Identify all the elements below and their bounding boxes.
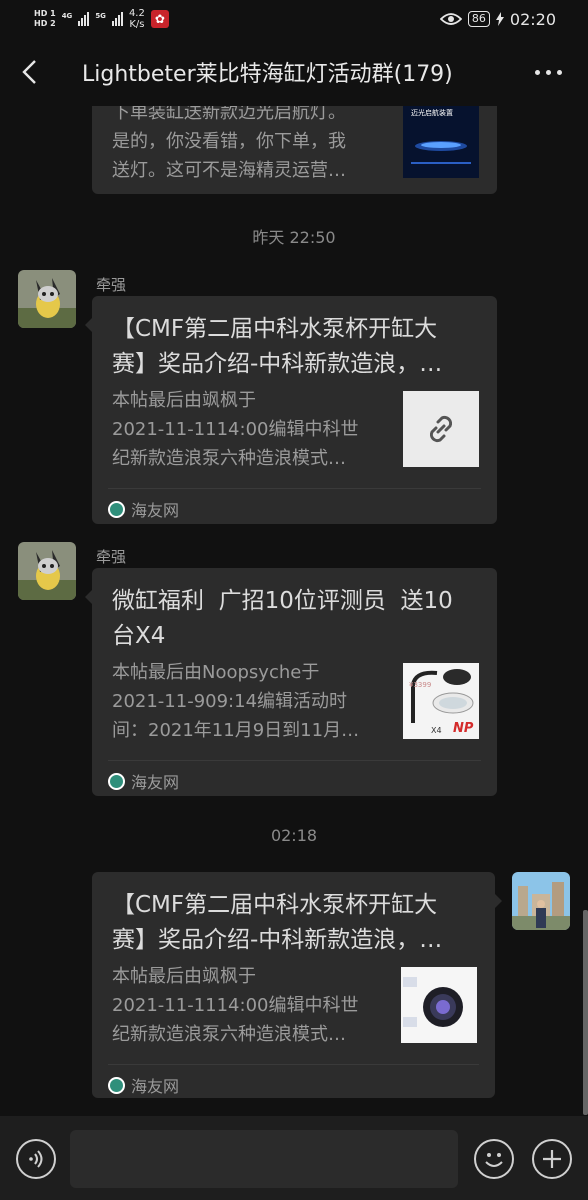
network-speed: 4.2 K/s — [129, 8, 145, 30]
more-button[interactable] — [535, 70, 562, 75]
card-source: 海友网 — [108, 1064, 479, 1097]
sender-name: 牵强 — [96, 276, 127, 294]
site-logo-icon — [108, 500, 125, 518]
input-bar — [0, 1116, 588, 1200]
card-description: 下单装缸送新款迈光启航灯。 是的，你没看错，你下单，我 送灯。这可不是海精灵运营… — [112, 106, 346, 181]
scrollbar[interactable] — [583, 910, 588, 1115]
site-logo-icon — [108, 772, 125, 790]
message-input[interactable] — [70, 1130, 458, 1188]
timestamp: 昨天 22:50 — [252, 228, 336, 247]
battery-level: 86 — [467, 11, 490, 27]
emoji-icon — [485, 1153, 503, 1167]
more-dots-icon — [535, 70, 540, 75]
voice-icon — [29, 1150, 43, 1168]
source-name: 海友网 — [131, 501, 180, 520]
charging-icon — [495, 12, 504, 26]
card-description: 本帖最后由Noopsyche于 2021-11-909:14编辑活动时 间：20… — [112, 662, 360, 741]
card-title: 【CMF第二届中科水泵杯开缸大 赛】奖品介绍-中科新款造浪，… — [112, 892, 443, 953]
chat-header: Lightbeter莱比特海缸灯活动群(179) — [0, 38, 588, 106]
signal-strength-icon-2 — [111, 12, 123, 26]
card-thumbnail: ¥3399 X4 NP — [403, 663, 479, 739]
card-title: 【CMF第二届中科水泵杯开缸大 赛】奖品介绍-中科新款造浪，… — [112, 316, 443, 377]
network-type-2: 5G — [95, 12, 106, 20]
speed-value: 4.2 — [128, 8, 145, 19]
network-type-1: 4G — [61, 12, 73, 20]
chat-title: Lightbeter莱比特海缸灯活动群(179) — [82, 62, 453, 87]
thumbnail-model: X4 — [431, 726, 442, 735]
card-thumbnail — [401, 967, 477, 1043]
emoji-button[interactable] — [474, 1139, 514, 1179]
link-card-message[interactable]: 下单装缸送新款迈光启航灯。 是的，你没看错，你下单，我 送灯。这可不是海精灵运营… — [92, 106, 497, 194]
source-name: 海友网 — [131, 1077, 180, 1096]
thumbnail-caption: 迈光启航装置 — [411, 109, 453, 117]
avatar[interactable] — [18, 542, 76, 600]
hd2-label: HD 2 — [34, 19, 56, 28]
plus-icon — [543, 1150, 561, 1168]
sender-name: 牵强 — [96, 548, 127, 566]
thumbnail-brand: NP — [453, 721, 474, 736]
source-name: 海友网 — [131, 773, 180, 792]
clock: 02:20 — [509, 9, 556, 29]
site-logo-icon — [108, 1076, 125, 1094]
eye-icon — [439, 13, 462, 25]
hd1-label: HD 1 — [34, 9, 56, 18]
card-source: 海友网 — [108, 488, 481, 521]
speed-unit: K/s — [129, 19, 145, 30]
my-avatar[interactable] — [512, 872, 570, 930]
message-list[interactable]: 下单装缸送新款迈光启航灯。 是的，你没看错，你下单，我 送灯。这可不是海精灵运营… — [0, 106, 588, 1116]
link-card-message[interactable]: 【CMF第二届中科水泵杯开缸大 赛】奖品介绍-中科新款造浪，… 本帖最后由飒枫于… — [85, 296, 497, 524]
link-card-message[interactable]: 微缸福利 广招10位评测员 送10 台X4 本帖最后由Noopsyche于 20… — [85, 568, 497, 796]
chevron-left-icon — [22, 60, 36, 84]
avatar[interactable] — [18, 270, 76, 328]
signal-strength-icon — [78, 12, 90, 26]
status-bar: HD 1 HD 2 4G 5G 4.2 K/s ✿ 86 02:20 — [0, 0, 588, 38]
link-icon — [429, 415, 453, 443]
thumbnail-price: ¥3399 — [409, 681, 432, 689]
timestamp: 02:18 — [270, 826, 318, 845]
notification-app-icon: ✿ — [150, 10, 169, 28]
card-thumbnail — [403, 391, 479, 467]
card-title: 微缸福利 广招10位评测员 送10 台X4 — [112, 588, 453, 649]
back-button[interactable] — [0, 59, 58, 85]
card-description: 本帖最后由飒枫于 2021-11-1114:00编辑中科世 纪新款造浪泵六种造浪… — [112, 390, 359, 469]
voice-button[interactable] — [16, 1139, 56, 1179]
card-thumbnail: 迈光启航装置 — [403, 106, 479, 178]
card-source: 海友网 — [108, 760, 481, 793]
link-card-message[interactable]: 【CMF第二届中科水泵杯开缸大 赛】奖品介绍-中科新款造浪，… 本帖最后由飒枫于… — [92, 872, 502, 1098]
card-description: 本帖最后由飒枫于 2021-11-1114:00编辑中科世 纪新款造浪泵六种造浪… — [112, 966, 359, 1045]
hd-indicator: HD 1 HD 2 — [34, 9, 56, 29]
plus-button[interactable] — [532, 1139, 572, 1179]
